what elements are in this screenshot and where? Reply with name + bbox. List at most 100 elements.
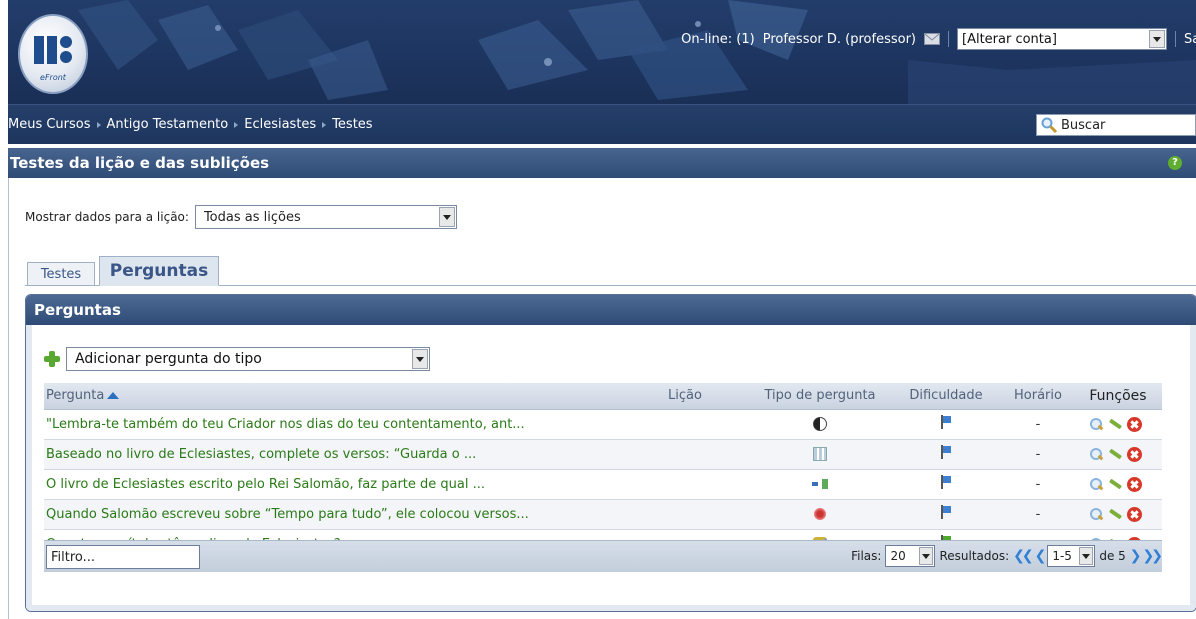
sort-ascending-icon[interactable]: [107, 392, 120, 400]
functions-cell: [1074, 469, 1162, 500]
lesson-cell: [666, 469, 750, 500]
previous-page-icon[interactable]: ❮: [1035, 548, 1047, 564]
tab-questions[interactable]: Perguntas: [99, 256, 219, 286]
messages-icon[interactable]: [924, 33, 940, 45]
question-type-cell: [750, 469, 890, 500]
tab-tests[interactable]: Testes: [27, 262, 95, 286]
chevron-down-icon[interactable]: [412, 349, 428, 369]
preview-icon[interactable]: [1090, 417, 1103, 431]
lesson-cell: [666, 409, 750, 440]
filter-input[interactable]: Filtro...: [46, 545, 200, 569]
preview-icon[interactable]: [1090, 447, 1103, 461]
rows-per-page-select[interactable]: 20: [885, 545, 936, 567]
table-row: Baseado no livro de Eclesiastes, complet…: [44, 439, 1162, 470]
difficulty-cell: [890, 469, 1002, 500]
question-type-cell: [750, 439, 890, 470]
chevron-down-icon[interactable]: [1149, 30, 1165, 48]
functions-cell: [1074, 439, 1162, 470]
top-user-bar: On-line: (1) Professor D. (professor) [A…: [681, 26, 1196, 52]
column-header-question[interactable]: Pergunta: [44, 383, 666, 410]
lesson-filter-value: Todas as lições: [203, 209, 301, 225]
page-range-value: 1-5: [1052, 549, 1072, 563]
page-range-select[interactable]: 1-5: [1047, 545, 1096, 567]
user-name-link[interactable]: Professor D. (professor): [763, 32, 916, 47]
question-link[interactable]: O livro de Eclesiastes escrito pelo Rei …: [44, 469, 666, 500]
divider: [1175, 31, 1176, 47]
difficulty-cell: [890, 499, 1002, 530]
column-header-lesson[interactable]: Lição: [666, 383, 750, 410]
switch-account-value: [Alterar conta]: [962, 31, 1057, 47]
breadcrumb-old-testament[interactable]: Antigo Testamento: [107, 117, 229, 132]
add-question-type-select[interactable]: Adicionar pergunta do tipo: [66, 347, 430, 371]
breadcrumb-arrow-icon: [234, 121, 239, 128]
flag-icon: [940, 475, 952, 489]
help-icon[interactable]: ?: [1168, 156, 1182, 170]
logout-link[interactable]: Sa: [1184, 32, 1196, 47]
chevron-down-icon[interactable]: [1079, 547, 1094, 565]
delete-icon[interactable]: [1127, 506, 1142, 522]
header-banner: eFront On-line: (1) Professor D. (profes…: [8, 0, 1196, 104]
breadcrumb: Meus Cursos Antigo Testamento Eclesiaste…: [8, 117, 373, 132]
main-content: Mostrar dados para a lição: Todas as liç…: [8, 178, 1196, 619]
search-input[interactable]: Buscar: [1036, 114, 1196, 136]
efront-logo[interactable]: eFront: [18, 14, 88, 94]
question-link[interactable]: Quando Salomão escreveu sobre “Tempo par…: [44, 499, 666, 530]
search-icon: [1041, 117, 1057, 133]
breadcrumb-my-courses[interactable]: Meus Cursos: [8, 117, 91, 132]
rows-per-page-value: 20: [890, 549, 906, 563]
time-cell: -: [1002, 439, 1074, 470]
panel-header: Perguntas: [26, 295, 1196, 325]
switch-account-select[interactable]: [Alterar conta]: [957, 28, 1167, 50]
chevron-down-icon[interactable]: [438, 207, 455, 227]
plus-icon[interactable]: [44, 351, 60, 367]
column-header-type[interactable]: Tipo de pergunta: [750, 383, 890, 410]
question-link[interactable]: "Lembra-te também do teu Criador nos dia…: [44, 409, 666, 440]
page-title: Testes da lição e das sublições: [10, 154, 270, 172]
panel-title: Perguntas: [34, 301, 121, 319]
table-row: O livro de Eclesiastes escrito pelo Rei …: [44, 469, 1162, 500]
difficulty-cell: [890, 439, 1002, 470]
breadcrumb-ecclesiastes[interactable]: Eclesiastes: [244, 117, 316, 132]
edit-icon[interactable]: [1108, 447, 1122, 461]
time-cell: -: [1002, 409, 1074, 440]
column-header-difficulty[interactable]: Dificuldade: [890, 383, 1002, 410]
table-footer: Filtro... Filas: 20 Resultados: ❮❮ ❮ 1-5: [44, 540, 1164, 572]
banner-decoration: [78, 0, 1196, 104]
last-page-icon[interactable]: ❯❯: [1143, 548, 1164, 564]
match-icon: [812, 479, 828, 489]
results-label: Resultados:: [939, 549, 1010, 563]
functions-cell: [1074, 499, 1162, 530]
breadcrumb-tests[interactable]: Testes: [332, 117, 372, 132]
question-type-cell: [750, 409, 890, 440]
delete-icon[interactable]: [1127, 446, 1142, 462]
table-row: "Lembra-te também do teu Criador nos dia…: [44, 409, 1162, 440]
column-header-label: Pergunta: [46, 388, 105, 404]
edit-icon[interactable]: [1108, 507, 1122, 521]
time-cell: -: [1002, 499, 1074, 530]
question-link[interactable]: Baseado no livro de Eclesiastes, complet…: [44, 439, 666, 470]
tab-bar: Testes Perguntas: [25, 256, 1196, 286]
online-users-link[interactable]: On-line: (1): [681, 32, 755, 47]
edit-icon[interactable]: [1108, 417, 1122, 431]
questions-panel: Perguntas Adicionar pergunta do tipo Per…: [25, 294, 1196, 612]
time-cell: -: [1002, 469, 1074, 500]
preview-icon[interactable]: [1090, 507, 1103, 521]
table-header-row: Pergunta Lição Tipo de pergunta Dificuld…: [44, 383, 1162, 410]
column-header-time[interactable]: Horário: [1002, 383, 1074, 410]
first-page-icon[interactable]: ❮❮: [1013, 548, 1034, 564]
flag-icon: [940, 445, 952, 459]
edit-icon[interactable]: [1108, 477, 1122, 491]
panel-body: Adicionar pergunta do tipo Pergunta Liçã…: [26, 325, 1196, 611]
delete-icon[interactable]: [1127, 416, 1142, 432]
multiple-choice-icon: [813, 507, 827, 521]
logo-text: eFront: [40, 73, 66, 82]
preview-icon[interactable]: [1090, 477, 1103, 491]
navigation-bar: Meus Cursos Antigo Testamento Eclesiaste…: [8, 104, 1196, 144]
fill-blanks-icon: [813, 447, 827, 461]
next-page-icon[interactable]: ❯: [1130, 548, 1142, 564]
lesson-filter-select[interactable]: Todas as lições: [194, 205, 457, 229]
delete-icon[interactable]: [1127, 476, 1142, 492]
breadcrumb-arrow-icon: [322, 121, 327, 128]
chevron-down-icon[interactable]: [919, 547, 934, 565]
divider: [948, 31, 949, 47]
